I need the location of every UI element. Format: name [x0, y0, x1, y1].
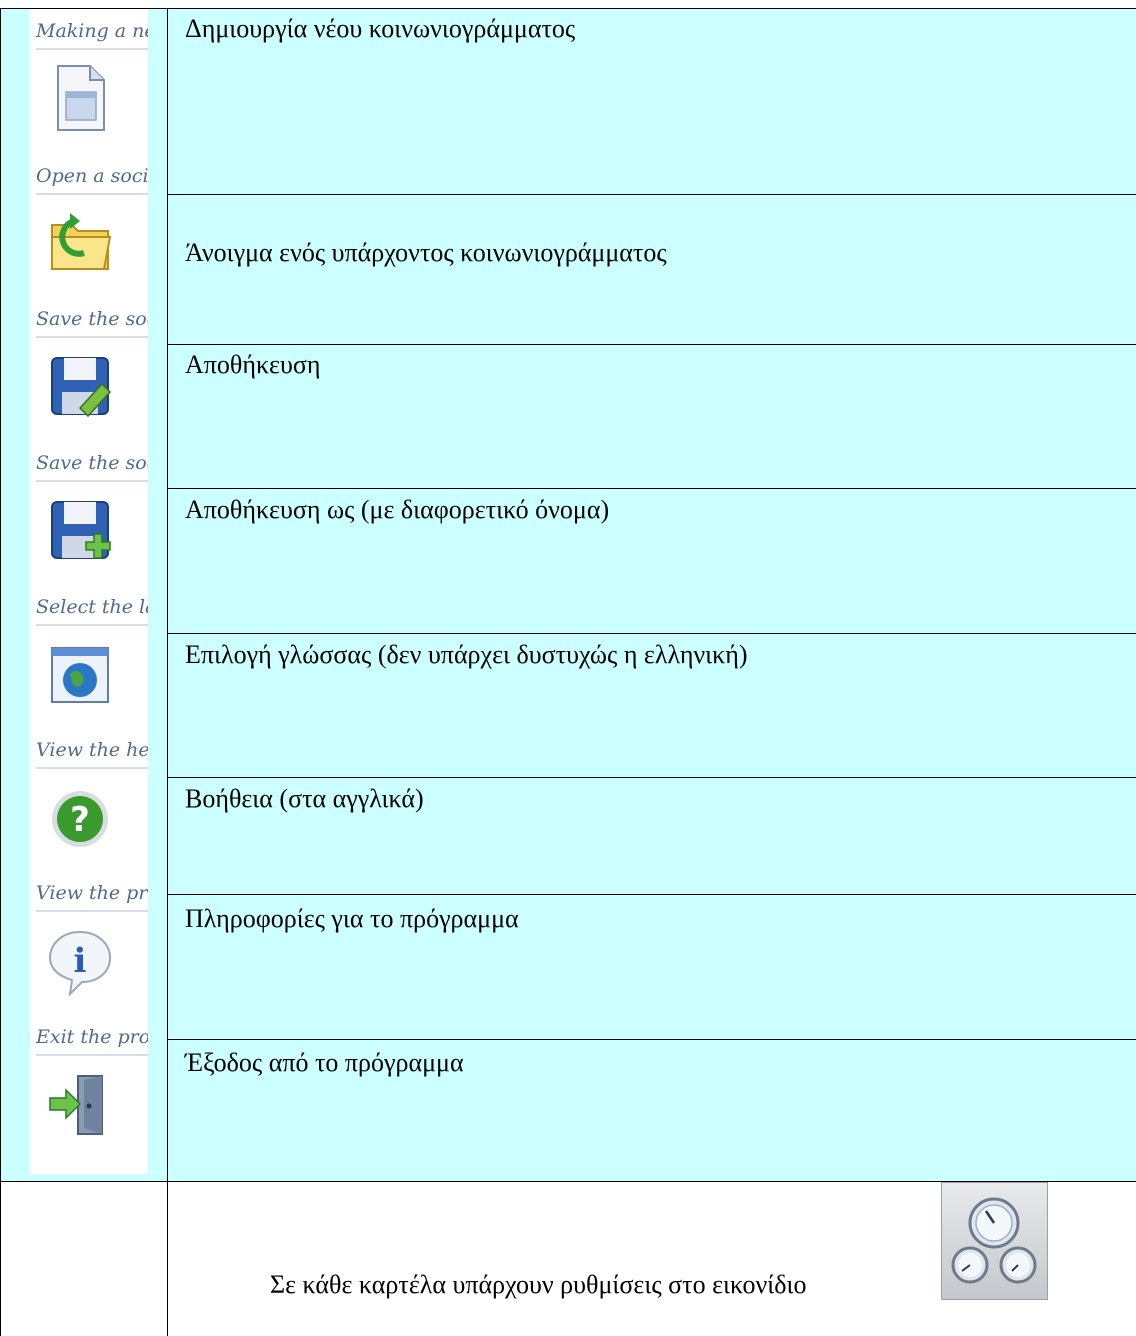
save-as-icon	[51, 501, 111, 559]
toolbar-screenshot-strip: Making a ne Open a socio Save the soc Sa…	[30, 8, 148, 1174]
toolbar-entry: Making a ne	[30, 8, 148, 151]
document-page: Making a ne Open a socio Save the soc Sa…	[0, 0, 1136, 1336]
svg-text:i: i	[74, 941, 87, 981]
row-separator	[168, 194, 1136, 195]
open-folder-icon	[51, 213, 112, 270]
settings-note: Σε κάθε καρτέλα υπάρχουν ρυθμίσεις στο ε…	[270, 1270, 807, 1299]
row-separator	[168, 894, 1136, 895]
toolbar-entry-label: Exit the pro	[36, 1026, 148, 1048]
row-separator	[168, 488, 1136, 489]
column-separator	[167, 8, 168, 1336]
row-description: Άνοιγμα ενός υπάρχοντος κοινωνιογράμματο…	[185, 238, 667, 267]
divider	[36, 336, 148, 338]
icons-table: Making a ne Open a socio Save the soc Sa…	[0, 8, 1136, 1336]
table-border	[0, 8, 1136, 9]
row-description: Επιλογή γλώσσας (δεν υπάρχει δυστυχώς η …	[185, 640, 748, 669]
save-icon	[51, 357, 112, 418]
gauges-graphic	[951, 1197, 1037, 1284]
description-column-cell	[168, 8, 1136, 1181]
toolbar-entry-label: Making a ne	[36, 20, 148, 42]
toolbar-entry: Save the soc	[30, 296, 148, 439]
toolbar-entry-label: Save the soc	[36, 308, 148, 330]
toolbar-entry-label: View the pr	[36, 882, 148, 904]
divider	[36, 624, 148, 626]
toolbar-entry-label: Open a socio	[36, 165, 148, 187]
toolbar-entry: View the pr i	[30, 870, 148, 1013]
row-description: Δημιουργία νέου κοινωνιογράμματος	[185, 14, 576, 43]
divider	[36, 480, 148, 482]
row-description: Πληροφορίες για το πρόγραμμα	[185, 904, 519, 933]
toolbar-entry-label: Save the soc	[36, 452, 148, 474]
row-separator	[168, 633, 1136, 634]
toolbar-entry: View the he ?	[30, 727, 148, 870]
table-border	[0, 8, 1, 1336]
divider	[36, 767, 148, 769]
toolbar-entry: Exit the pro	[30, 1014, 148, 1157]
divider	[36, 48, 148, 50]
toolbar-entry-label: Select the la	[36, 596, 148, 618]
help-icon: ?	[52, 791, 108, 847]
row-description: Έξοδος από το πρόγραμμα	[185, 1048, 464, 1077]
toolbar-entry: Open a socio	[30, 153, 148, 296]
row-separator	[168, 344, 1136, 345]
row-separator	[168, 777, 1136, 778]
divider	[36, 1054, 148, 1056]
row-description: Αποθήκευση ως (με διαφορετικό όνομα)	[185, 495, 610, 524]
settings-gauges-icon[interactable]	[941, 1182, 1048, 1300]
row-separator	[168, 1039, 1136, 1040]
row-description: Αποθήκευση	[185, 350, 321, 379]
new-document-icon	[57, 65, 105, 131]
divider	[36, 193, 148, 195]
toolbar-entry: Select the la	[30, 584, 148, 727]
language-globe-icon	[51, 647, 109, 703]
svg-text:?: ?	[70, 800, 90, 840]
divider	[36, 910, 148, 912]
toolbar-entry-label: View the he	[36, 739, 148, 761]
toolbar-entry: Save the soc	[30, 440, 148, 583]
info-icon: i	[48, 930, 112, 996]
exit-door-icon	[49, 1075, 103, 1135]
row-description: Βοήθεια (στα αγγλικά)	[185, 784, 424, 813]
